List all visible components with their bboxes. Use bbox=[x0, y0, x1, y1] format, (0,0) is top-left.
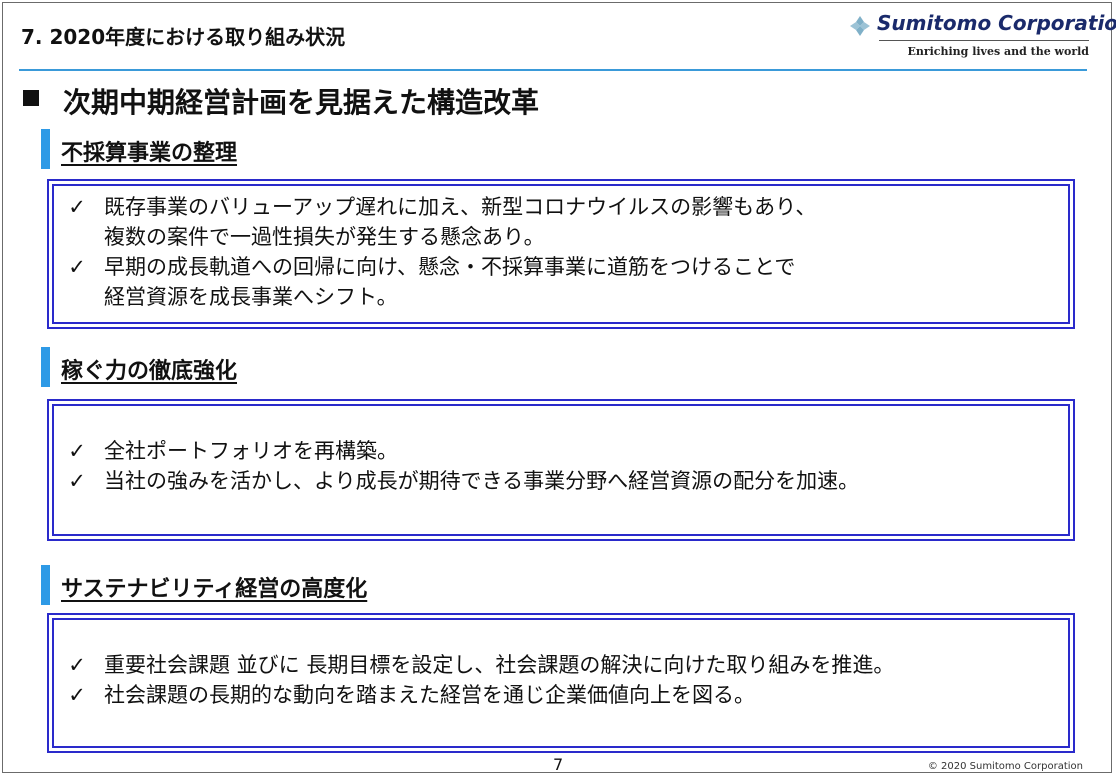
bullet-list: ✓ 重要社会課題 並びに 長期目標を設定し、社会課題の解決に向けた取り組みを推進… bbox=[64, 650, 1058, 710]
check-icon: ✓ bbox=[68, 469, 86, 493]
check-icon: ✓ bbox=[68, 439, 86, 463]
header-divider bbox=[19, 69, 1087, 71]
bullet-item: ✓ 社会課題の長期的な動向を踏まえた経営を通じ企業価値向上を図る。 bbox=[64, 680, 1058, 710]
section-box-3: ✓ 重要社会課題 並びに 長期目標を設定し、社会課題の解決に向けた取り組みを推進… bbox=[47, 613, 1075, 753]
section-heading-label: サステナビリティ経営の高度化 bbox=[61, 577, 368, 602]
logo-mark-icon bbox=[850, 16, 870, 36]
section-box-1: ✓ 既存事業のバリューアップ遅れに加え、新型コロナウイルスの影響もあり、 複数の… bbox=[47, 179, 1075, 329]
bullet-line: 早期の成長軌道への回帰に向け、懸念・不採算事業に道筋をつけることで bbox=[104, 255, 796, 279]
check-icon: ✓ bbox=[68, 195, 86, 219]
bullet-item: ✓ 早期の成長軌道への回帰に向け、懸念・不採算事業に道筋をつけることで 経営資源… bbox=[64, 252, 1058, 312]
bullet-item: ✓ 全社ポートフォリオを再構築。 bbox=[64, 436, 1058, 466]
bullet-line: 全社ポートフォリオを再構築。 bbox=[104, 439, 398, 463]
logo-rule bbox=[879, 40, 1089, 41]
bullet-line: 社会課題の長期的な動向を踏まえた経営を通じ企業価値向上を図る。 bbox=[104, 683, 755, 707]
logo-tagline: Enriching lives and the world bbox=[907, 45, 1089, 58]
section-box-inner: ✓ 全社ポートフォリオを再構築。 ✓ 当社の強みを活かし、より成長が期待できる事… bbox=[52, 404, 1070, 536]
bullet-item: ✓ 当社の強みを活かし、より成長が期待できる事業分野へ経営資源の配分を加速。 bbox=[64, 466, 1058, 496]
bullet-item: ✓ 既存事業のバリューアップ遅れに加え、新型コロナウイルスの影響もあり、 複数の… bbox=[64, 192, 1058, 252]
check-icon: ✓ bbox=[68, 683, 86, 707]
section-box-inner: ✓ 重要社会課題 並びに 長期目標を設定し、社会課題の解決に向けた取り組みを推進… bbox=[52, 618, 1070, 748]
bullet-item: ✓ 重要社会課題 並びに 長期目標を設定し、社会課題の解決に向けた取り組みを推進… bbox=[64, 650, 1058, 680]
header-title: 7. 2020年度における取り組み状況 bbox=[21, 25, 346, 49]
section-accent-bar bbox=[41, 347, 50, 387]
main-title: 次期中期経営計画を見据えた構造改革 bbox=[63, 86, 540, 119]
section-box-2: ✓ 全社ポートフォリオを再構築。 ✓ 当社の強みを活かし、より成長が期待できる事… bbox=[47, 399, 1075, 541]
slide: 7. 2020年度における取り組み状況 Sumitomo Corporation… bbox=[2, 2, 1116, 774]
section-box-inner: ✓ 既存事業のバリューアップ遅れに加え、新型コロナウイルスの影響もあり、 複数の… bbox=[52, 184, 1070, 324]
logo-company-name: Sumitomo Corporation bbox=[877, 11, 1116, 35]
section-accent-bar bbox=[41, 129, 50, 169]
section-accent-bar bbox=[41, 565, 50, 605]
bullet-line: 経営資源を成長事業へシフト。 bbox=[104, 285, 398, 309]
bullet-list: ✓ 全社ポートフォリオを再構築。 ✓ 当社の強みを活かし、より成長が期待できる事… bbox=[64, 436, 1058, 496]
bullet-line: 既存事業のバリューアップ遅れに加え、新型コロナウイルスの影響もあり、 bbox=[104, 195, 817, 219]
section-heading-label: 稼ぐ力の徹底強化 bbox=[61, 359, 238, 384]
company-logo: Sumitomo Corporation Enriching lives and… bbox=[849, 9, 1116, 61]
section-heading-label: 不採算事業の整理 bbox=[61, 141, 238, 166]
bullet-line: 当社の強みを活かし、より成長が期待できる事業分野へ経営資源の配分を加速。 bbox=[104, 469, 860, 493]
square-bullet-icon bbox=[23, 90, 39, 106]
bullet-line: 重要社会課題 並びに 長期目標を設定し、社会課題の解決に向けた取り組みを推進。 bbox=[104, 653, 895, 677]
check-icon: ✓ bbox=[68, 255, 86, 279]
bullet-line: 複数の案件で一過性損失が発生する懸念あり。 bbox=[104, 225, 545, 249]
check-icon: ✓ bbox=[68, 653, 86, 677]
bullet-list: ✓ 既存事業のバリューアップ遅れに加え、新型コロナウイルスの影響もあり、 複数の… bbox=[64, 192, 1058, 312]
copyright: © 2020 Sumitomo Corporation bbox=[927, 761, 1083, 772]
page-number: 7 bbox=[553, 755, 564, 774]
